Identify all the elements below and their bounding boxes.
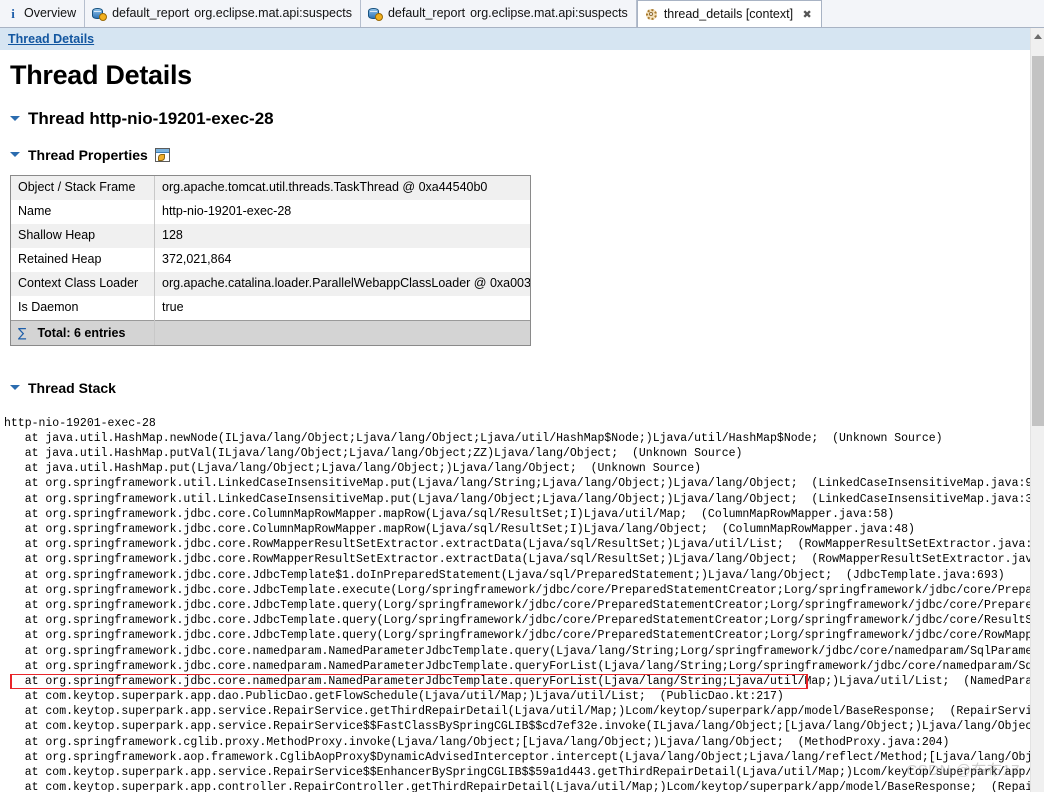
scroll-up-arrow-icon[interactable]: [1034, 34, 1042, 39]
table-row[interactable]: Object / Stack Frame org.apache.tomcat.u…: [11, 176, 530, 200]
tab-overview[interactable]: i Overview: [0, 0, 85, 27]
stack-frame[interactable]: at org.springframework.util.LinkedCaseIn…: [4, 476, 1030, 491]
property-key: Name: [11, 200, 155, 224]
thread-properties-table-wrapper: Object / Stack Frame org.apache.tomcat.u…: [10, 175, 531, 346]
table-row[interactable]: Name http-nio-19201-exec-28: [11, 200, 530, 224]
tab-sublabel: org.eclipse.mat.api:suspects: [194, 7, 352, 20]
info-icon: i: [7, 7, 19, 21]
tab-default-report-1[interactable]: default_report org.eclipse.mat.api:suspe…: [85, 0, 361, 27]
stack-frame[interactable]: at org.springframework.jdbc.core.RowMapp…: [4, 537, 1030, 552]
sigma-icon: ∑: [18, 325, 26, 340]
property-value: http-nio-19201-exec-28: [155, 200, 531, 224]
tab-sublabel: org.eclipse.mat.api:suspects: [470, 7, 628, 20]
stack-frame[interactable]: at org.springframework.jdbc.core.JdbcTem…: [4, 628, 1030, 643]
breadcrumb: Thread Details: [0, 28, 1030, 50]
stack-frame[interactable]: at org.springframework.aop.framework.Cgl…: [4, 750, 1030, 765]
section-stack-header[interactable]: Thread Stack: [10, 380, 1030, 396]
stack-frame[interactable]: at org.springframework.jdbc.core.namedpa…: [4, 644, 1030, 659]
stack-frame[interactable]: at org.springframework.jdbc.core.JdbcTem…: [4, 598, 1030, 613]
report-icon: [368, 7, 383, 21]
section-thread-label: Thread http-nio-19201-exec-28: [28, 109, 274, 129]
property-value: org.apache.catalina.loader.ParallelWebap…: [155, 272, 531, 296]
stack-frame[interactable]: at com.keytop.superpark.app.service.Repa…: [4, 704, 1030, 719]
stack-frame[interactable]: at org.springframework.jdbc.core.JdbcTem…: [4, 583, 1030, 598]
property-key: Is Daemon: [11, 296, 155, 321]
gear-icon: [645, 8, 659, 22]
tab-bar-filler: [822, 0, 1044, 27]
stack-frame[interactable]: at org.springframework.jdbc.core.namedpa…: [4, 659, 1030, 674]
property-value: true: [155, 296, 531, 321]
report-icon: [92, 7, 107, 21]
thread-details-content: Thread Details Thread http-nio-19201-exe…: [0, 50, 1030, 792]
total-cell: ∑Total: 6 entries: [11, 320, 155, 345]
chevron-down-icon[interactable]: [10, 113, 21, 124]
property-value: 128: [155, 224, 531, 248]
stack-frame[interactable]: at org.springframework.jdbc.core.ColumnM…: [4, 522, 1030, 537]
chevron-down-icon[interactable]: [10, 149, 21, 160]
chevron-down-icon[interactable]: [10, 382, 21, 393]
property-value: org.apache.tomcat.util.threads.TaskThrea…: [155, 176, 531, 200]
stack-frame[interactable]: at org.springframework.cglib.proxy.Metho…: [4, 735, 1030, 750]
total-label: Total: 6 entries: [29, 326, 125, 340]
stack-frame[interactable]: at java.util.HashMap.putVal(ILjava/lang/…: [4, 446, 1030, 461]
tab-label: default_report: [112, 7, 189, 20]
stack-frame[interactable]: at com.keytop.superpark.app.controller.R…: [4, 780, 1030, 792]
section-properties-header[interactable]: Thread Properties: [10, 147, 1030, 163]
stack-frame[interactable]: at java.util.HashMap.put(Ljava/lang/Obje…: [4, 461, 1030, 476]
stack-frame[interactable]: at com.keytop.superpark.app.service.Repa…: [4, 719, 1030, 734]
table-row[interactable]: Context Class Loader org.apache.catalina…: [11, 272, 530, 296]
stack-frame[interactable]: at org.springframework.util.LinkedCaseIn…: [4, 492, 1030, 507]
thread-stack-trace[interactable]: http-nio-19201-exec-28 at java.util.Hash…: [0, 416, 1030, 792]
tab-default-report-2[interactable]: default_report org.eclipse.mat.api:suspe…: [361, 0, 637, 27]
table-row[interactable]: Is Daemon true: [11, 296, 530, 321]
table-row[interactable]: Retained Heap 372,021,864: [11, 248, 530, 272]
breadcrumb-link-thread-details[interactable]: Thread Details: [8, 32, 94, 46]
total-empty-cell: [155, 320, 531, 345]
stack-frame[interactable]: at com.keytop.superpark.app.service.Repa…: [4, 765, 1030, 780]
section-thread-properties: Thread Properties: [0, 147, 1030, 163]
stack-frame[interactable]: at java.util.HashMap.newNode(ILjava/lang…: [4, 431, 1030, 446]
vertical-scrollbar[interactable]: [1030, 28, 1044, 792]
tab-thread-details[interactable]: thread_details [context] ✖: [637, 0, 822, 28]
tab-label: default_report: [388, 7, 465, 20]
thread-properties-table: Object / Stack Frame org.apache.tomcat.u…: [11, 176, 530, 345]
panel-icon[interactable]: [155, 148, 170, 162]
section-thread-header[interactable]: Thread http-nio-19201-exec-28: [10, 109, 1030, 129]
property-key: Shallow Heap: [11, 224, 155, 248]
property-key: Retained Heap: [11, 248, 155, 272]
section-stack-label: Thread Stack: [28, 380, 116, 396]
property-value: 372,021,864: [155, 248, 531, 272]
section-properties-label: Thread Properties: [28, 147, 148, 163]
page-title: Thread Details: [10, 61, 1030, 91]
tab-label: thread_details [context]: [664, 8, 793, 21]
close-icon[interactable]: ✖: [801, 9, 813, 21]
property-key: Context Class Loader: [11, 272, 155, 296]
stack-frame[interactable]: at org.springframework.jdbc.core.JdbcTem…: [4, 613, 1030, 628]
highlight-box: [10, 674, 808, 689]
table-total-row: ∑Total: 6 entries: [11, 320, 530, 345]
property-key: Object / Stack Frame: [11, 176, 155, 200]
section-thread-stack: Thread Stack: [0, 380, 1030, 396]
stack-thread-name: http-nio-19201-exec-28: [4, 416, 1030, 431]
editor-tab-bar: i Overview default_report org.eclipse.ma…: [0, 0, 1044, 28]
stack-frame[interactable]: at com.keytop.superpark.app.dao.PublicDa…: [4, 689, 1030, 704]
stack-frame[interactable]: at org.springframework.jdbc.core.JdbcTem…: [4, 568, 1030, 583]
stack-frame-highlighted[interactable]: at org.springframework.jdbc.core.namedpa…: [4, 674, 1030, 689]
vertical-scrollbar-thumb[interactable]: [1032, 56, 1044, 426]
stack-frame[interactable]: at org.springframework.jdbc.core.ColumnM…: [4, 507, 1030, 522]
tab-label: Overview: [24, 7, 76, 20]
table-row[interactable]: Shallow Heap 128: [11, 224, 530, 248]
section-thread: Thread http-nio-19201-exec-28: [0, 109, 1030, 129]
eclipse-mat-window: i Overview default_report org.eclipse.ma…: [0, 0, 1044, 792]
stack-frame[interactable]: at org.springframework.jdbc.core.RowMapp…: [4, 552, 1030, 567]
